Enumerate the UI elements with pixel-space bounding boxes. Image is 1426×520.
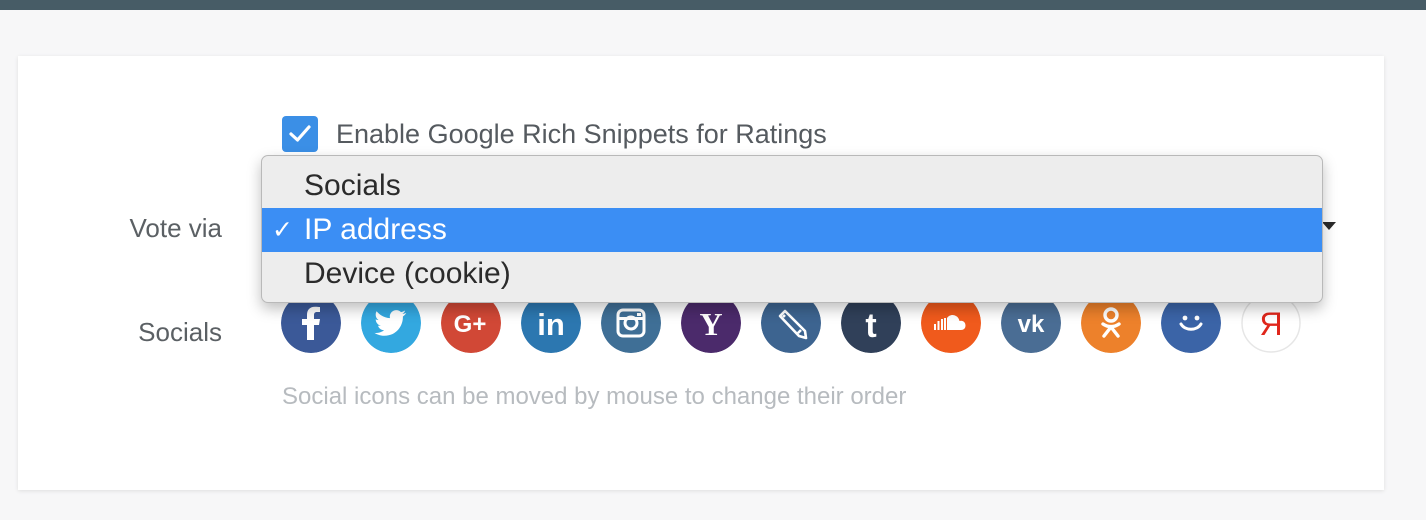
svg-text:G+: G+ [454, 311, 487, 338]
vote-via-label: Vote via [129, 213, 222, 243]
rich-snippets-checkbox[interactable] [282, 116, 318, 152]
svg-text:Y: Y [699, 306, 722, 342]
svg-text:vk: vk [1018, 311, 1045, 338]
select-arrow-icon[interactable] [1322, 222, 1336, 230]
vote-via-dropdown[interactable]: Socials ✓ IP address Device (cookie) [261, 155, 1323, 303]
rich-snippets-label[interactable]: Enable Google Rich Snippets for Ratings [336, 117, 827, 151]
checkmark-icon [289, 125, 311, 142]
option-socials[interactable]: Socials [262, 164, 1322, 208]
option-ip-address[interactable]: ✓ IP address [262, 208, 1322, 252]
svg-text:in: in [537, 307, 565, 342]
socials-hint: Social icons can be moved by mouse to ch… [282, 383, 907, 410]
top-bar [0, 0, 1426, 10]
svg-text:t: t [865, 307, 876, 345]
svg-text:Я: Я [1259, 306, 1282, 342]
check-icon: ✓ [272, 216, 293, 244]
option-device-cookie[interactable]: Device (cookie) [262, 252, 1322, 296]
option-label: IP address [304, 213, 447, 246]
option-label: Device (cookie) [304, 257, 511, 290]
socials-label: Socials [138, 317, 222, 347]
option-label: Socials [304, 169, 401, 202]
